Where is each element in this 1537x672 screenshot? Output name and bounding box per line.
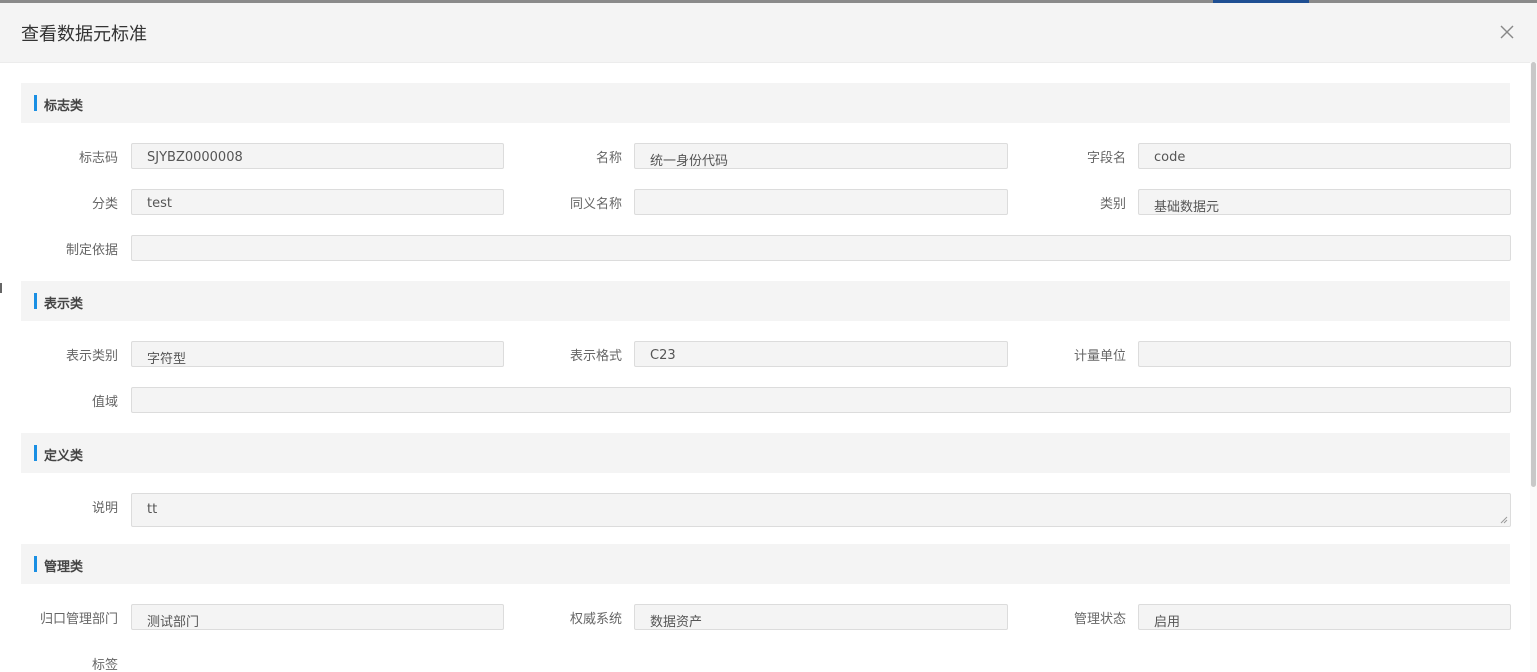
section-accent-bar: [34, 293, 37, 309]
type-field[interactable]: 基础数据元: [1138, 189, 1511, 215]
basis-label: 制定依据: [65, 243, 118, 258]
synonym-label: 同义名称: [569, 197, 622, 212]
description-textarea[interactable]: tt: [131, 493, 1511, 527]
section-title: 管理类: [44, 560, 84, 575]
section-title: 表示类: [44, 297, 84, 312]
value-domain-label: 值域: [91, 395, 118, 410]
section-title: 定义类: [44, 449, 84, 464]
section-accent-bar: [34, 95, 37, 111]
section-definition: 定义类: [21, 433, 1510, 473]
field-name-field[interactable]: code: [1138, 143, 1511, 169]
section-accent-bar: [34, 445, 37, 461]
category-field[interactable]: test: [131, 189, 504, 215]
dialog-body: 标志类 标志码 SJYBZ0000008 名称 统一身份代码 字段名 code …: [0, 62, 1530, 672]
field-name-label: 字段名: [1086, 151, 1126, 166]
section-identification: 标志类: [21, 83, 1510, 123]
management-status-label: 管理状态: [1073, 612, 1126, 627]
dialog-title: 查看数据元标准: [21, 24, 147, 45]
description-text: tt: [147, 502, 158, 517]
close-icon: [1500, 25, 1514, 39]
section-title: 标志类: [44, 99, 84, 114]
section-accent-bar: [34, 556, 37, 572]
management-status-field[interactable]: 启用: [1138, 604, 1511, 630]
authority-system-label: 权威系统: [569, 612, 622, 627]
description-label: 说明: [91, 501, 118, 516]
authority-system-field[interactable]: 数据资产: [634, 604, 1008, 630]
value-domain-field[interactable]: [131, 387, 1511, 413]
name-field[interactable]: 统一身份代码: [634, 143, 1008, 169]
repr-type-field[interactable]: 字符型: [131, 341, 504, 367]
dialog-header: 查看数据元标准: [0, 3, 1537, 63]
department-label: 归口管理部门: [39, 612, 118, 627]
unit-label: 计量单位: [1073, 349, 1126, 364]
scrollbar-thumb[interactable]: [1531, 62, 1536, 487]
category-label: 分类: [91, 197, 118, 212]
close-button[interactable]: [1496, 21, 1518, 43]
section-management: 管理类: [21, 544, 1510, 584]
id-code-field[interactable]: SJYBZ0000008: [131, 143, 504, 169]
basis-field[interactable]: [131, 235, 1511, 261]
repr-type-label: 表示类别: [65, 349, 118, 364]
synonym-field[interactable]: [634, 189, 1008, 215]
repr-format-label: 表示格式: [569, 349, 622, 364]
unit-field[interactable]: [1138, 341, 1511, 367]
id-code-label: 标志码: [78, 151, 118, 166]
name-label: 名称: [595, 151, 622, 166]
type-label: 类别: [1099, 197, 1126, 212]
tags-label: 标签: [91, 658, 118, 672]
resize-handle-icon[interactable]: [1500, 516, 1508, 524]
section-representation: 表示类: [21, 281, 1510, 321]
repr-format-field[interactable]: C23: [634, 341, 1008, 367]
department-field[interactable]: 测试部门: [131, 604, 504, 630]
